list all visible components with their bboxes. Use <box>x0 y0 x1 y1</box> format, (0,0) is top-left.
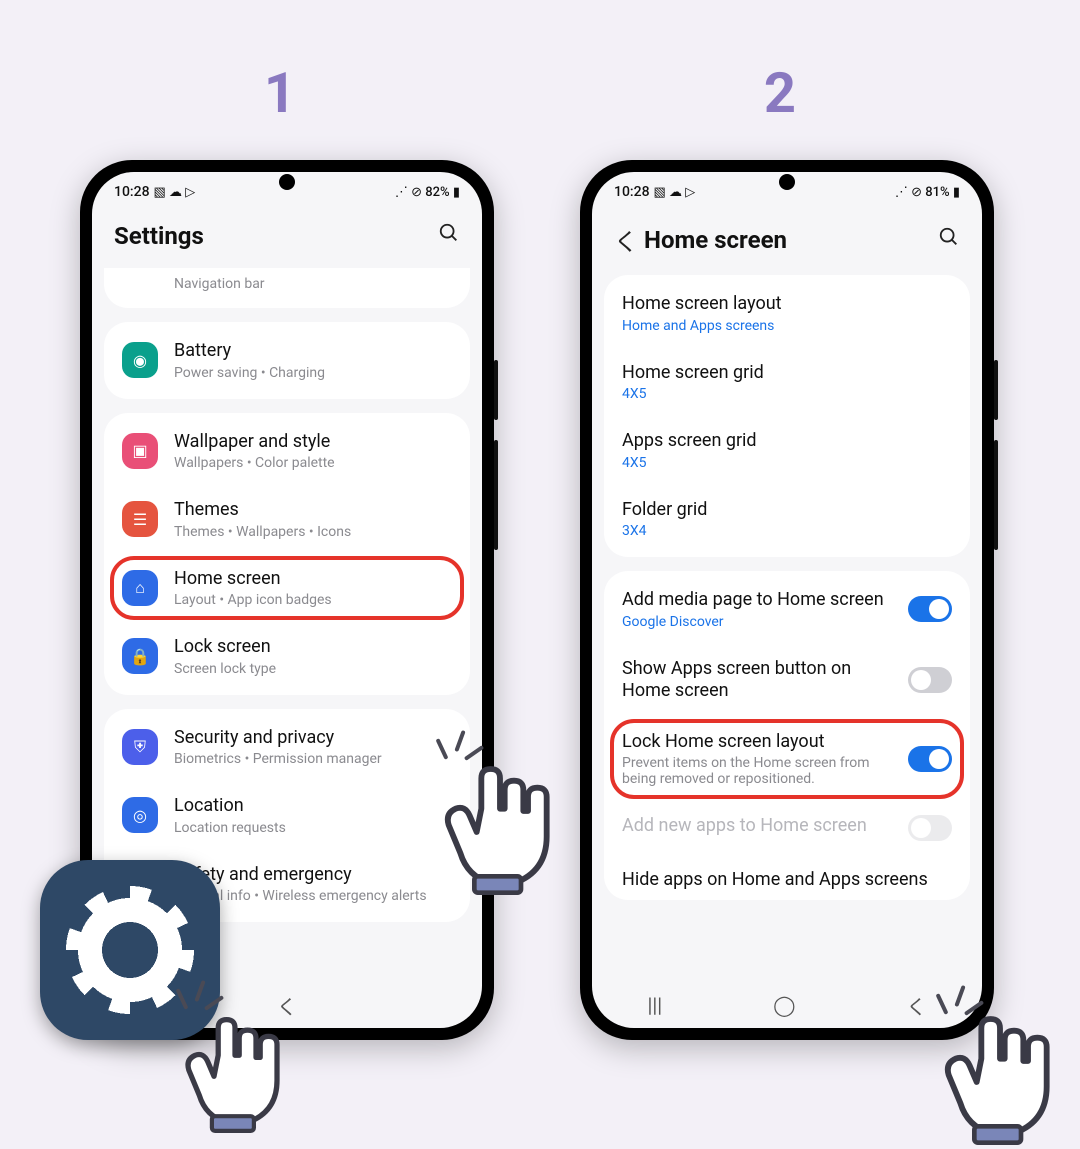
tap-spark-icon <box>170 980 230 1040</box>
home-option-media-page[interactable]: Add media page to Home screen Google Dis… <box>604 575 970 644</box>
settings-item-battery[interactable]: ◉ Battery Power saving • Charging <box>104 326 470 395</box>
tap-spark-icon <box>930 985 990 1045</box>
item-title: Home screen <box>174 568 452 591</box>
item-subtitle: 4X5 <box>622 455 952 471</box>
status-icons-right: ⋰ ⊘ 82% ▮ <box>395 186 460 199</box>
home-option-folder-grid[interactable]: Folder grid 3X4 <box>604 485 970 554</box>
item-subtitle: Google Discover <box>622 614 892 630</box>
home-icon: ⌂ <box>122 570 158 606</box>
page-title: Settings <box>114 222 430 250</box>
shield-icon: ⛨ <box>122 729 158 765</box>
item-title: Hide apps on Home and Apps screens <box>622 869 952 892</box>
item-title: Add media page to Home screen <box>622 589 892 612</box>
settings-item-navigation-bar[interactable]: Navigation bar <box>104 272 470 304</box>
item-title: Wallpaper and style <box>174 431 452 454</box>
item-title: Themes <box>174 499 452 522</box>
item-subtitle: 3X4 <box>622 523 952 539</box>
nav-bar: ||| ◯ く <box>592 982 982 1028</box>
back-icon[interactable]: く <box>614 222 644 257</box>
item-title: Apps screen grid <box>622 430 952 453</box>
toggle-apps-button[interactable] <box>908 667 952 693</box>
item-title: Battery <box>174 340 452 363</box>
settings-item-themes[interactable]: ☰ Themes Themes • Wallpapers • Icons <box>104 485 470 554</box>
search-icon[interactable] <box>930 226 960 254</box>
settings-item-location[interactable]: ◎ Location Location requests <box>104 781 470 850</box>
item-subtitle: Home and Apps screens <box>622 318 952 334</box>
item-title: Safety and emergency <box>174 864 452 887</box>
settings-item-lock-screen[interactable]: 🔒 Lock screen Screen lock type <box>104 622 470 691</box>
home-option-hide-apps[interactable]: Hide apps on Home and Apps screens <box>604 855 970 896</box>
item-title: Home screen layout <box>622 293 952 316</box>
step-number-1: 1 <box>250 60 310 126</box>
nav-back-icon[interactable]: く <box>277 991 297 1020</box>
screen: 10:28 ▧ ☁ ▷ ⋰ ⊘ 81% ▮ く Home screen Home… <box>592 172 982 1028</box>
location-icon: ◎ <box>122 797 158 833</box>
toggle-add-new-apps <box>908 815 952 841</box>
status-time: 10:28 <box>114 184 150 200</box>
item-subtitle: Power saving • Charging <box>174 365 452 381</box>
gear-icon <box>75 895 185 1005</box>
item-subtitle: Screen lock type <box>174 661 452 677</box>
item-title: Lock Home screen layout <box>622 731 892 754</box>
tap-spark-icon <box>430 730 490 790</box>
status-icons-right: ⋰ ⊘ 81% ▮ <box>895 186 960 199</box>
item-subtitle: Location requests <box>174 820 452 836</box>
home-option-home-grid[interactable]: Home screen grid 4X5 <box>604 348 970 417</box>
item-subtitle: Wallpapers • Color palette <box>174 455 452 471</box>
page-header: く Home screen <box>592 212 982 275</box>
item-title: Home screen grid <box>622 362 952 385</box>
home-option-add-new-apps[interactable]: Add new apps to Home screen <box>604 801 970 855</box>
item-title: Lock screen <box>174 636 452 659</box>
nav-home-icon[interactable]: ◯ <box>773 993 795 1017</box>
home-option-lock-layout[interactable]: Lock Home screen layout Prevent items on… <box>604 717 970 802</box>
item-title: Location <box>174 795 452 818</box>
themes-icon: ☰ <box>122 501 158 537</box>
page-header: Settings <box>92 212 482 268</box>
home-option-layout[interactable]: Home screen layout Home and Apps screens <box>604 279 970 348</box>
camera-notch <box>779 174 795 190</box>
item-subtitle: Biometrics • Permission manager <box>174 751 452 767</box>
camera-notch <box>279 174 295 190</box>
nav-back-icon[interactable]: く <box>907 991 927 1020</box>
phone-frame-2: 10:28 ▧ ☁ ▷ ⋰ ⊘ 81% ▮ く Home screen Home… <box>580 160 994 1040</box>
item-title: Folder grid <box>622 499 952 522</box>
item-subtitle: Layout • App icon badges <box>174 592 452 608</box>
settings-item-security[interactable]: ⛨ Security and privacy Biometrics • Perm… <box>104 713 470 782</box>
item-title: Add new apps to Home screen <box>622 815 892 838</box>
wallpaper-icon: ▣ <box>122 433 158 469</box>
nav-recents-icon[interactable]: ||| <box>647 993 662 1017</box>
status-icons-left: ▧ ☁ ▷ <box>654 186 696 199</box>
item-subtitle: Themes • Wallpapers • Icons <box>174 524 452 540</box>
toggle-media-page[interactable] <box>908 596 952 622</box>
step-number-2: 2 <box>750 60 810 126</box>
search-icon[interactable] <box>430 222 460 250</box>
status-icons-left: ▧ ☁ ▷ <box>154 186 196 199</box>
item-subtitle: Prevent items on the Home screen from be… <box>622 755 892 787</box>
home-option-apps-button[interactable]: Show Apps screen button on Home screen <box>604 644 970 717</box>
home-option-apps-grid[interactable]: Apps screen grid 4X5 <box>604 416 970 485</box>
item-title: Show Apps screen button on Home screen <box>622 658 892 703</box>
item-title: Security and privacy <box>174 727 452 750</box>
battery-icon: ◉ <box>122 342 158 378</box>
status-time: 10:28 <box>614 184 650 200</box>
item-subtitle: 4X5 <box>622 386 952 402</box>
lock-icon: 🔒 <box>122 638 158 674</box>
settings-item-home-screen[interactable]: ⌂ Home screen Layout • App icon badges <box>104 554 470 623</box>
page-title: Home screen <box>644 226 930 254</box>
settings-item-wallpaper[interactable]: ▣ Wallpaper and style Wallpapers • Color… <box>104 417 470 486</box>
toggle-lock-layout[interactable] <box>908 746 952 772</box>
